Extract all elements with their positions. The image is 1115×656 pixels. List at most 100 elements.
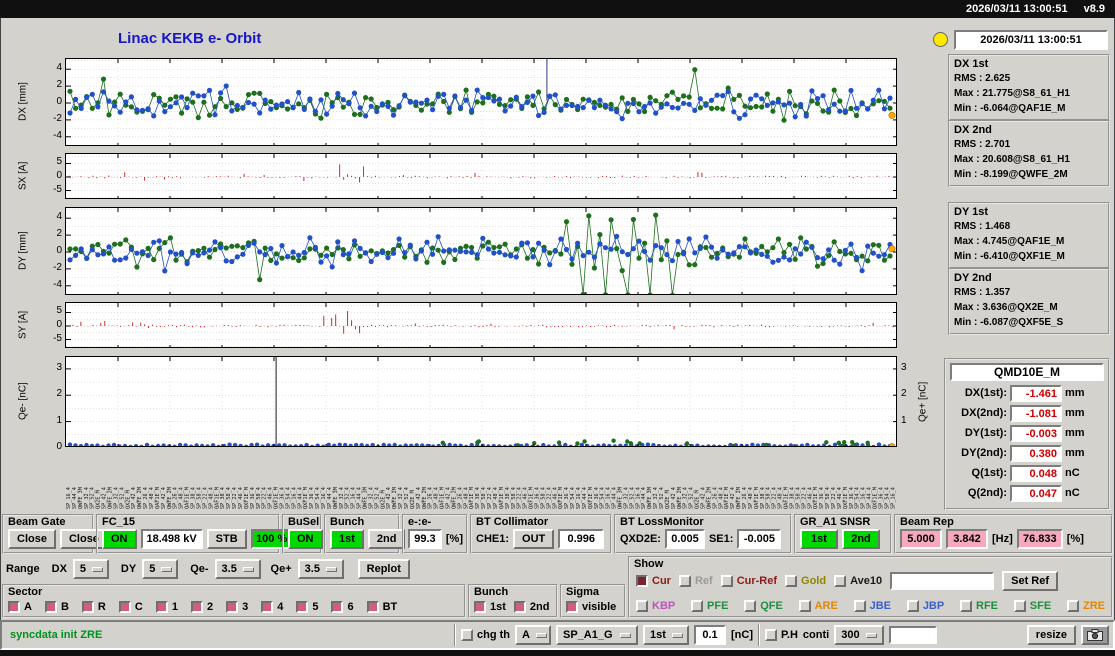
checkbox-box[interactable] bbox=[331, 601, 344, 613]
checkbox-box[interactable] bbox=[960, 600, 972, 612]
qmd-row-value: -0.003 bbox=[1010, 424, 1062, 442]
checkbox-label: SFE bbox=[1029, 600, 1052, 612]
interval-select[interactable]: 300 bbox=[834, 625, 885, 645]
checkbox-box[interactable] bbox=[226, 601, 239, 613]
checkbox-box[interactable] bbox=[190, 601, 203, 613]
checkbox-box[interactable] bbox=[834, 575, 847, 587]
axis-tick-label: 2 bbox=[56, 228, 62, 239]
checkbox-box[interactable] bbox=[474, 601, 486, 613]
checkbox-box[interactable] bbox=[853, 600, 866, 612]
checkbox-box[interactable] bbox=[765, 629, 777, 641]
checkbox-rfe[interactable]: RFE bbox=[960, 600, 998, 612]
gr-a1-1st-button[interactable]: 1st bbox=[800, 529, 838, 549]
checkbox-ave10[interactable]: Ave10 bbox=[834, 575, 882, 587]
checkbox-box[interactable] bbox=[261, 601, 274, 613]
checkbox-box[interactable] bbox=[461, 629, 473, 641]
checkbox-2nd[interactable]: 2nd bbox=[513, 601, 549, 613]
checkbox-box[interactable] bbox=[1066, 600, 1079, 612]
checkbox-box[interactable] bbox=[566, 601, 578, 613]
checkbox-box[interactable] bbox=[44, 601, 57, 613]
interval-input[interactable] bbox=[889, 626, 938, 644]
bunch-number-select[interactable]: 1st bbox=[643, 625, 689, 645]
checkbox-gold[interactable]: Gold bbox=[785, 575, 826, 587]
checkbox-visible[interactable]: visible bbox=[566, 601, 616, 613]
show-toggles-row2: KBP PFE QFE ARE JBE JBP RFE SFE ZRE bbox=[636, 600, 1105, 612]
range-qem-select[interactable]: 3.5 bbox=[214, 559, 261, 579]
checkbox-1[interactable]: 1 bbox=[155, 601, 178, 613]
checkbox-b[interactable]: B bbox=[44, 601, 69, 613]
bunch-2nd-button[interactable]: 2nd bbox=[367, 529, 406, 549]
checkbox-a[interactable]: A bbox=[8, 601, 32, 613]
che1-out-button[interactable]: OUT bbox=[513, 529, 555, 549]
checkbox-box[interactable] bbox=[798, 600, 811, 612]
checkbox-box[interactable] bbox=[1013, 600, 1026, 612]
checkbox-kbp[interactable]: KBP bbox=[636, 600, 675, 612]
checkbox-1st[interactable]: 1st bbox=[474, 601, 506, 613]
checkbox-box[interactable] bbox=[691, 600, 704, 612]
checkbox-box[interactable] bbox=[81, 601, 94, 613]
axis-tick-label: 0 bbox=[56, 441, 62, 452]
snapshot-camera-button[interactable] bbox=[1081, 625, 1109, 645]
checkbox-pfe[interactable]: PFE bbox=[691, 600, 728, 612]
group-label: FC_15 bbox=[102, 516, 136, 528]
bunch-1st-button[interactable]: 1st bbox=[330, 529, 364, 549]
ph-checkbox[interactable]: P.H bbox=[765, 629, 798, 641]
checkbox-box[interactable] bbox=[513, 601, 526, 613]
sp-monitor-value: SP_A1_G bbox=[563, 629, 613, 641]
checkbox-box[interactable] bbox=[636, 575, 648, 587]
sp-monitor-select[interactable]: SP_A1_G bbox=[556, 625, 638, 645]
checkbox-box[interactable] bbox=[744, 600, 757, 612]
conti-label[interactable]: conti bbox=[803, 629, 829, 641]
checkbox-box[interactable] bbox=[8, 601, 20, 613]
replot-button[interactable]: Replot bbox=[357, 559, 410, 579]
titlebar-datetime: 2026/03/11 13:00:51 bbox=[966, 3, 1068, 15]
checkbox-box[interactable] bbox=[785, 575, 798, 587]
sector-a-select[interactable]: A bbox=[515, 625, 551, 645]
range-qep-select[interactable]: 3.5 bbox=[297, 559, 344, 579]
checkbox-box[interactable] bbox=[155, 601, 168, 613]
camera-icon bbox=[1087, 629, 1103, 641]
checkbox-box[interactable] bbox=[366, 601, 379, 613]
checkbox-cur[interactable]: Cur bbox=[636, 575, 671, 587]
fc15-stb-button[interactable]: STB bbox=[206, 529, 247, 549]
checkbox-bt[interactable]: BT bbox=[366, 601, 397, 613]
checkbox-sfe[interactable]: SFE bbox=[1013, 600, 1052, 612]
checkbox-r[interactable]: R bbox=[81, 601, 106, 613]
resize-button[interactable]: resize bbox=[1026, 625, 1076, 645]
chg-th-checkbox[interactable]: chg th bbox=[461, 629, 510, 641]
checkbox-c[interactable]: C bbox=[118, 601, 143, 613]
dy-axis-label: DY [mm] bbox=[17, 231, 29, 271]
busel-on-button[interactable]: ON bbox=[288, 529, 323, 549]
axis-tick-label: 0 bbox=[56, 245, 62, 256]
checkbox-jbe[interactable]: JBE bbox=[853, 600, 891, 612]
checkbox-4[interactable]: 4 bbox=[261, 601, 283, 613]
show-toggles-row1: Cur Ref Cur-Ref Gold Ave10 bbox=[636, 575, 882, 587]
checkbox-box[interactable] bbox=[720, 575, 733, 587]
range-dx-select[interactable]: 5 bbox=[72, 559, 109, 579]
set-ref-button[interactable]: Set Ref bbox=[1002, 571, 1059, 591]
qxd2e-label: QXD2E: bbox=[620, 533, 661, 545]
checkbox-cur-ref[interactable]: Cur-Ref bbox=[720, 575, 777, 587]
checkbox-ref[interactable]: Ref bbox=[678, 575, 713, 587]
fc15-on-button[interactable]: ON bbox=[102, 529, 137, 549]
range-dy-select[interactable]: 5 bbox=[142, 559, 179, 579]
sx-steering-plot bbox=[65, 153, 897, 199]
ref-name-input[interactable] bbox=[890, 572, 995, 590]
axis-tick-label: 5 bbox=[56, 305, 62, 316]
checkbox-2[interactable]: 2 bbox=[190, 601, 213, 613]
checkbox-qfe[interactable]: QFE bbox=[744, 600, 783, 612]
checkbox-box[interactable] bbox=[296, 601, 309, 613]
checkbox-zre[interactable]: ZRE bbox=[1066, 600, 1105, 612]
checkbox-box[interactable] bbox=[636, 600, 648, 612]
checkbox-box[interactable] bbox=[906, 600, 919, 612]
checkbox-box[interactable] bbox=[678, 575, 691, 587]
stats-title: DY 2nd bbox=[954, 272, 992, 284]
checkbox-6[interactable]: 6 bbox=[331, 601, 354, 613]
checkbox-5[interactable]: 5 bbox=[296, 601, 318, 613]
checkbox-jbp[interactable]: JBP bbox=[906, 600, 944, 612]
checkbox-3[interactable]: 3 bbox=[226, 601, 248, 613]
checkbox-are[interactable]: ARE bbox=[798, 600, 838, 612]
beam-gate-close-button-1[interactable]: Close bbox=[8, 529, 56, 549]
checkbox-box[interactable] bbox=[118, 601, 131, 613]
gr-a1-2nd-button[interactable]: 2nd bbox=[842, 529, 880, 549]
